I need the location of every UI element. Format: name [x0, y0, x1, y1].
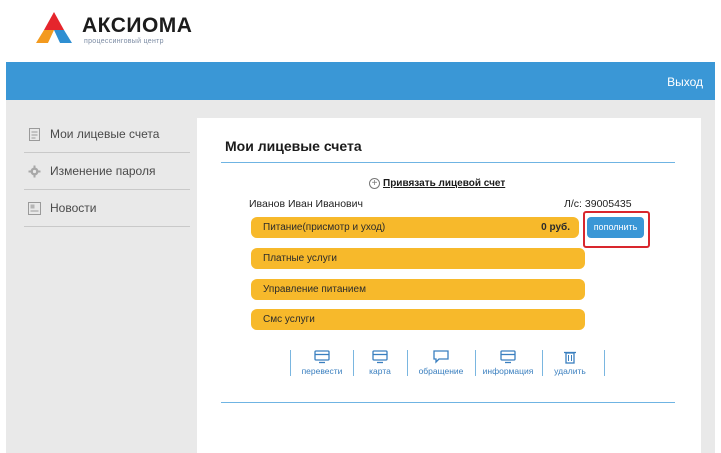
service-name: Платные услуги	[263, 253, 337, 264]
action-label: перевести	[301, 366, 343, 376]
sidebar-item-label: Новости	[50, 201, 97, 215]
title-divider	[221, 162, 675, 163]
info-button[interactable]: информация	[477, 350, 539, 376]
message-icon	[433, 350, 449, 364]
logo-mark-icon	[36, 12, 72, 43]
action-separator	[290, 350, 291, 376]
card-icon	[372, 350, 388, 364]
sidebar-item-label: Мои лицевые счета	[50, 127, 160, 141]
logo[interactable]: АКСИОМА процессинговый центр	[34, 10, 234, 50]
action-separator	[475, 350, 476, 376]
service-row-nutrition-management[interactable]: Управление питанием	[251, 279, 585, 300]
delete-button[interactable]: удалить	[550, 350, 590, 376]
action-label: удалить	[554, 366, 586, 376]
action-label: карта	[369, 366, 391, 376]
service-row-nutrition[interactable]: Питание(присмотр и уход) 0 руб.	[251, 217, 579, 238]
action-label: информация	[482, 366, 534, 376]
account-owner: Иванов Иван Иванович	[249, 198, 363, 210]
logo-subtitle: процессинговый центр	[84, 38, 164, 45]
sidebar: Мои лицевые счета Изменение пароля Новос…	[24, 116, 190, 227]
sidebar-item-label: Изменение пароля	[50, 164, 156, 178]
action-label: обращение	[418, 366, 464, 376]
service-balance: 0 руб.	[541, 222, 570, 233]
action-separator	[542, 350, 543, 376]
bottom-divider	[221, 402, 675, 403]
service-row-paid[interactable]: Платные услуги	[251, 248, 585, 269]
bind-account-label: Привязать лицевой счет	[383, 178, 506, 189]
topup-button[interactable]: пополнить	[587, 217, 644, 238]
account-number: Л/с: 39005435	[564, 198, 632, 210]
appeal-button[interactable]: обращение	[411, 350, 471, 376]
logo-name: АКСИОМА	[82, 14, 193, 37]
gear-icon	[28, 165, 41, 177]
action-separator	[604, 350, 605, 376]
trash-icon	[564, 351, 576, 364]
service-name: Питание(присмотр и уход)	[263, 222, 386, 233]
accounts-panel: Мои лицевые счета + Привязать лицевой сч…	[197, 118, 701, 453]
transfer-button[interactable]: перевести	[297, 350, 347, 376]
accounts-icon	[29, 127, 40, 141]
action-separator	[353, 350, 354, 376]
page-title: Мои лицевые счета	[225, 138, 362, 154]
bind-account-link[interactable]: + Привязать лицевой счет	[369, 178, 505, 189]
logout-link[interactable]: Выход	[667, 75, 703, 89]
top-bar: Выход	[6, 62, 715, 100]
service-row-sms[interactable]: Смс услуги	[251, 309, 585, 330]
transfer-icon	[314, 350, 330, 364]
info-icon	[500, 350, 516, 364]
card-button[interactable]: карта	[362, 350, 398, 376]
sidebar-item-accounts[interactable]: Мои лицевые счета	[24, 116, 190, 153]
service-name: Управление питанием	[263, 284, 366, 295]
plus-circle-icon: +	[369, 178, 380, 189]
header: АКСИОМА процессинговый центр	[0, 0, 721, 60]
sidebar-item-news[interactable]: Новости	[24, 190, 190, 227]
sidebar-item-change-password[interactable]: Изменение пароля	[24, 153, 190, 190]
service-name: Смс услуги	[263, 314, 315, 325]
action-separator	[407, 350, 408, 376]
news-icon	[28, 201, 41, 215]
